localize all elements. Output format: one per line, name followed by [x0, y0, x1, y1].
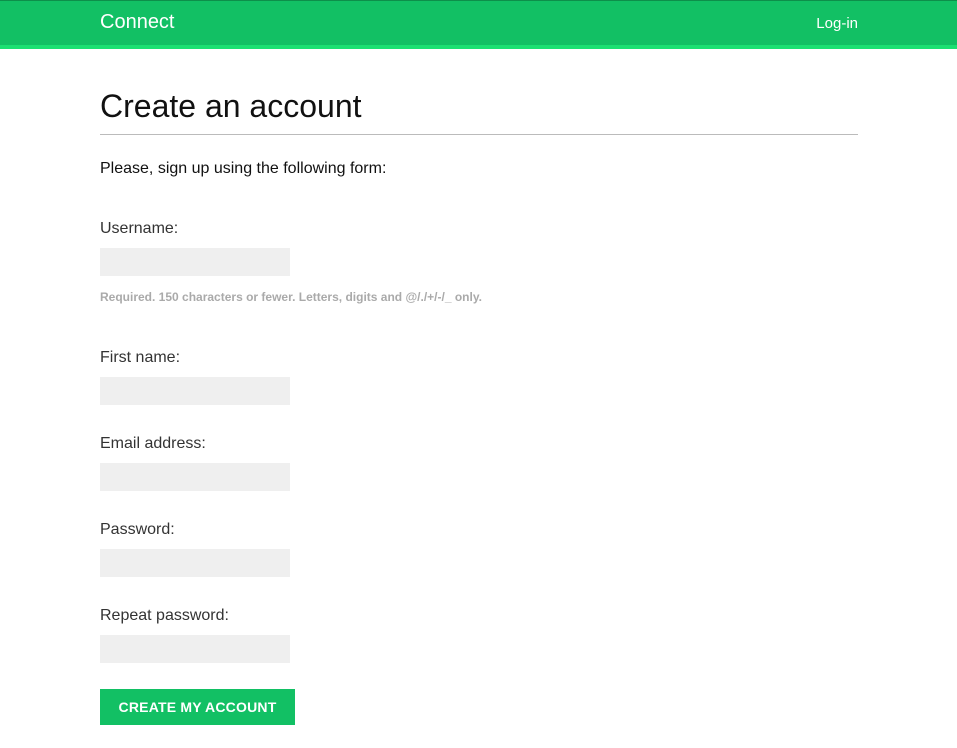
- email-label: Email address:: [100, 435, 206, 452]
- create-account-button[interactable]: CREATE MY ACCOUNT: [100, 689, 295, 725]
- signup-section: Create an account Please, sign up using …: [100, 88, 858, 725]
- top-navbar: Connect Log-in: [0, 0, 957, 49]
- email-input[interactable]: [100, 463, 290, 491]
- first-name-input[interactable]: [100, 377, 290, 405]
- repeat-password-input[interactable]: [100, 635, 290, 663]
- first-name-label: First name:: [100, 349, 181, 366]
- password-input[interactable]: [100, 549, 290, 577]
- login-link[interactable]: Log-in: [816, 15, 858, 33]
- brand-logo[interactable]: Connect: [100, 11, 175, 33]
- username-input[interactable]: [100, 248, 290, 276]
- username-help-text: Required. 150 characters or fewer. Lette…: [100, 290, 482, 304]
- repeat-password-label: Repeat password:: [100, 607, 229, 624]
- username-label: Username:: [100, 220, 179, 237]
- page-title: Create an account: [100, 88, 858, 135]
- intro-text: Please, sign up using the following form…: [100, 160, 387, 177]
- password-label: Password:: [100, 521, 175, 538]
